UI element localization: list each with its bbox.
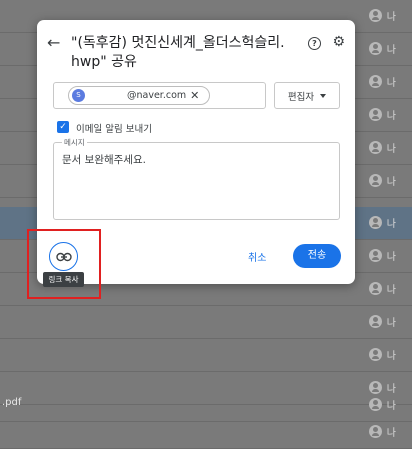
person-icon (368, 249, 382, 262)
owner-label: 나 (386, 428, 396, 439)
message-legend: 메시지 (62, 137, 87, 148)
person-icon (368, 75, 382, 88)
highlight-box (27, 229, 101, 299)
owner-label: 나 (386, 401, 396, 412)
owner-label: 나 (386, 111, 396, 122)
person-icon (368, 425, 382, 438)
person-icon (368, 282, 382, 295)
person-icon (368, 315, 382, 328)
file-row[interactable]: 나 (0, 339, 412, 372)
person-icon (368, 42, 382, 55)
person-icon (368, 348, 382, 361)
back-arrow-icon[interactable]: ← (47, 35, 61, 51)
person-icon (368, 398, 382, 411)
dialog-title: "(독후감) 멋진신세계_올더스헉슬리.hwp" 공유 (71, 35, 285, 70)
recipient-input[interactable]: S @naver.com ✕ (53, 82, 266, 109)
owner-label: 나 (386, 144, 396, 155)
owner-label: 나 (386, 351, 396, 362)
owner-label: 나 (386, 252, 396, 263)
notify-checkbox-label: 이메일 알림 보내기 (76, 124, 152, 135)
recipient-email: @naver.com (127, 90, 187, 101)
role-label: 편집자 (287, 91, 315, 103)
notify-checkbox[interactable]: ✓ (57, 121, 69, 133)
owner-label: 나 (386, 45, 396, 56)
gear-icon[interactable]: ⚙ (332, 35, 345, 49)
avatar: S (72, 89, 85, 102)
file-row[interactable]: 나 (0, 306, 412, 339)
person-icon (368, 174, 382, 187)
message-text: 문서 보완해주세요. (62, 154, 146, 166)
owner-label: 나 (386, 177, 396, 188)
person-icon (368, 141, 382, 154)
file-row[interactable]: 나 (0, 416, 412, 449)
send-button[interactable]: 전송 (293, 244, 341, 268)
person-icon (368, 108, 382, 121)
file-name: .pdf (2, 397, 22, 408)
owner-label: 나 (386, 12, 396, 23)
person-icon (368, 9, 382, 22)
recipient-chip[interactable]: S @naver.com ✕ (68, 86, 210, 105)
message-field[interactable]: 메시지 문서 보완해주세요. (53, 137, 340, 220)
chevron-down-icon (320, 93, 327, 98)
owner-label: 나 (386, 285, 396, 296)
help-icon[interactable]: ? (308, 37, 321, 50)
role-dropdown[interactable]: 편집자 (274, 82, 340, 109)
close-icon[interactable]: ✕ (190, 89, 199, 102)
owner-label: 나 (386, 78, 396, 89)
owner-label: 나 (386, 219, 396, 230)
owner-label: 나 (386, 318, 396, 329)
cancel-button[interactable]: 취소 (248, 249, 266, 264)
person-icon (368, 216, 382, 229)
